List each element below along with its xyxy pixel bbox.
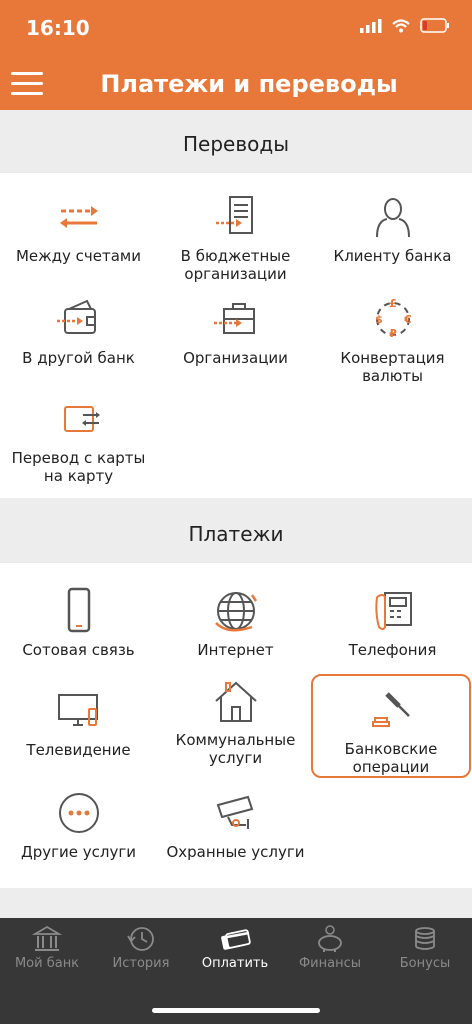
- currency-exchange-icon: £ $ € ₽: [375, 297, 412, 340]
- landline-icon: [374, 592, 412, 630]
- tab-label: Бонусы: [399, 956, 451, 971]
- tile-telephony[interactable]: Телефония: [314, 583, 471, 659]
- history-icon: [127, 927, 154, 951]
- app-header: Платежи и переводы: [0, 58, 472, 110]
- tile-television[interactable]: Телевидение: [0, 683, 157, 759]
- tile-between-accounts[interactable]: Между счетами: [0, 189, 157, 265]
- section-title-transfers: Переводы: [183, 132, 289, 156]
- transfer-arrows-icon: [59, 206, 98, 228]
- tile-security[interactable]: Охранные услуги: [157, 785, 314, 861]
- tile-label: Коммунальные услуги: [175, 731, 296, 767]
- battery-icon: [420, 18, 449, 33]
- tile-label: Конвертация валюты: [340, 349, 445, 385]
- status-icons: [360, 18, 450, 33]
- cards-icon: [221, 929, 251, 950]
- payments-card: Сотовая связь Интернет Телефония Телевид…: [0, 563, 472, 888]
- house-icon: [214, 681, 257, 722]
- phone-icon: [67, 587, 90, 633]
- svg-text:₽: ₽: [389, 327, 397, 340]
- status-bar: 16:10: [0, 0, 472, 58]
- tile-label: Организации: [183, 349, 288, 367]
- home-indicator: [152, 1008, 320, 1013]
- svg-text:$: $: [375, 313, 383, 326]
- tab-label: История: [112, 956, 170, 971]
- tab-label: Мой банк: [14, 956, 80, 971]
- transfers-card: Между счетами В бюджетные организации Кл…: [0, 173, 472, 498]
- globe-icon: [214, 592, 257, 632]
- svg-text:£: £: [389, 297, 397, 310]
- briefcase-icon: [213, 303, 255, 334]
- tile-currency-exchange[interactable]: £ $ € ₽ Конвертация валюты: [314, 291, 471, 385]
- tile-label: В другой банк: [22, 349, 135, 367]
- tab-my-bank[interactable]: Мой банк: [0, 924, 94, 971]
- tile-label: Телевидение: [26, 741, 131, 759]
- tile-utilities[interactable]: Коммунальные услуги: [157, 673, 314, 767]
- wallet-icon: [56, 299, 96, 334]
- page-title: Платежи и переводы: [100, 70, 398, 98]
- tv-icon: [57, 694, 98, 726]
- tile-label: Другие услуги: [21, 843, 136, 861]
- tile-other-services[interactable]: Другие услуги: [0, 785, 157, 861]
- tile-other-bank[interactable]: В другой банк: [0, 291, 157, 367]
- tile-label: Между счетами: [15, 247, 142, 265]
- tab-bonuses[interactable]: Бонусы: [378, 924, 472, 971]
- bank-icon: [32, 925, 62, 951]
- tile-bank-operations[interactable]: Банковские операции: [311, 674, 471, 778]
- tile-label: Интернет: [197, 641, 274, 659]
- more-icon: [58, 793, 99, 833]
- tab-pay[interactable]: Оплатить: [188, 924, 282, 971]
- tile-label: Банковские операции: [344, 740, 438, 776]
- document-transfer-icon: [215, 196, 253, 234]
- security-camera-icon: [216, 795, 253, 829]
- tile-card-to-card[interactable]: Перевод с карты на карту: [0, 391, 157, 485]
- tab-label: Оплатить: [201, 956, 269, 971]
- tab-history[interactable]: История: [94, 924, 188, 971]
- tile-bank-client[interactable]: Клиенту банка: [314, 189, 471, 265]
- section-title-payments: Платежи: [188, 522, 284, 546]
- tile-budget-orgs[interactable]: В бюджетные организации: [157, 189, 314, 283]
- person-icon: [375, 198, 410, 238]
- tile-label: Клиенту банка: [333, 247, 452, 265]
- tile-label: Сотовая связь: [22, 641, 135, 659]
- piggy-bank-icon: [318, 925, 342, 952]
- status-time: 16:10: [26, 16, 90, 40]
- tile-mobile[interactable]: Сотовая связь: [0, 583, 157, 659]
- tile-internet[interactable]: Интернет: [157, 583, 314, 659]
- gavel-icon: [372, 692, 410, 727]
- tab-finance[interactable]: Финансы: [283, 924, 377, 971]
- coins-icon: [415, 927, 435, 950]
- tab-label: Финансы: [298, 956, 362, 971]
- svg-text:€: €: [403, 313, 412, 326]
- signal-icon: [360, 18, 382, 33]
- tile-label: Телефония: [348, 641, 437, 659]
- tile-label: Охранные услуги: [166, 843, 305, 861]
- wifi-icon: [392, 18, 410, 32]
- tile-label: В бюджетные организации: [180, 247, 291, 283]
- tile-label: Перевод с карты на карту: [11, 449, 146, 485]
- tile-organizations[interactable]: Организации: [157, 291, 314, 367]
- card-transfer-icon: [63, 406, 100, 432]
